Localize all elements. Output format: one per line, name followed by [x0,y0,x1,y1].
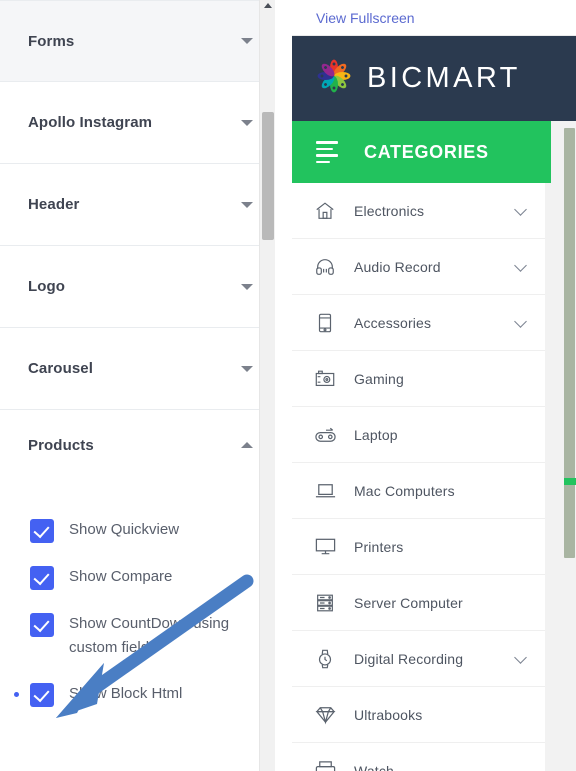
category-gaming[interactable]: Gaming [292,351,545,407]
printer-icon [310,756,340,771]
preview-scrollbar-thumb[interactable] [564,128,575,558]
category-label: Accessories [354,314,432,331]
view-fullscreen-link[interactable]: View Fullscreen [316,10,415,26]
sidebar-item-header[interactable]: Header [0,164,275,246]
sidebar-item-logo[interactable]: Logo [0,246,275,328]
products-options-list: Show Quickview Show Compare Show CountDo… [0,480,275,707]
category-label: Laptop [354,426,398,443]
chevron-down-icon[interactable] [514,258,527,272]
categories-list: Electronics Audio Record Accessories Gam… [292,183,545,771]
categories-header[interactable]: CATEGORIES [292,121,545,183]
monitor-icon [310,532,340,562]
category-label: Printers [354,538,404,555]
option-label: Show Quickview [69,521,180,538]
category-ultrabooks[interactable]: Ultrabooks [292,687,545,743]
sidebar-item-forms[interactable]: Forms [0,0,275,82]
category-label: Electronics [354,202,425,219]
chevron-down-icon[interactable] [514,202,527,216]
checkbox-checked-icon[interactable] [30,683,54,707]
sidebar-scrollbar[interactable] [259,0,275,771]
diamond-icon [310,700,340,730]
option-label: Show CountDown using custom field [69,615,230,656]
sidebar-item-label: Products [28,436,94,454]
category-label: Watch [354,762,394,771]
chevron-down-icon [241,365,253,372]
sidebar-item-label: Apollo Instagram [28,114,153,131]
chevron-down-icon[interactable] [514,314,527,328]
sidebar-item-products[interactable]: Products [0,410,275,480]
home-icon [310,196,340,226]
sidebar-item-label: Logo [28,278,66,295]
chevron-down-icon [241,283,253,290]
scroll-up-arrow-icon[interactable] [264,3,272,8]
store-brand-name: BICMART [367,62,521,94]
hamburger-menu-icon [316,141,338,163]
category-label: Ultrabooks [354,706,423,723]
modified-indicator-dot [14,692,19,697]
categories-accent-strip [545,121,551,183]
smartphone-icon [310,308,340,338]
chevron-down-icon[interactable] [514,650,527,664]
bicmart-logo-icon [314,56,354,101]
category-mac-computers[interactable]: Mac Computers [292,463,545,519]
option-show-quickview[interactable]: Show Quickview [0,518,275,543]
preview-accent-nub [564,478,576,485]
chevron-up-icon [241,442,253,448]
category-label: Gaming [354,370,404,387]
category-label: Mac Computers [354,482,455,499]
live-preview-pane: View Fullscreen BICMART CATEGORIES Elect… [292,0,576,771]
camera-icon [310,364,340,394]
category-laptop[interactable]: Laptop [292,407,545,463]
option-label: Show Compare [69,568,173,585]
sidebar-item-apollo-instagram[interactable]: Apollo Instagram [0,82,275,164]
sidebar-item-carousel[interactable]: Carousel [0,328,275,410]
category-digital-recording[interactable]: Digital Recording [292,631,545,687]
category-printers[interactable]: Printers [292,519,545,575]
option-show-block-html[interactable]: Show Block Html [0,682,275,707]
option-label: Show Block Html [69,685,183,702]
sidebar-item-label: Header [28,196,80,213]
category-electronics[interactable]: Electronics [292,183,545,239]
checkbox-checked-icon[interactable] [30,519,54,543]
category-label: Digital Recording [354,650,464,667]
gamepad-icon [310,420,340,450]
option-show-compare[interactable]: Show Compare [0,565,275,590]
laptop-icon [310,476,340,506]
categories-header-label: CATEGORIES [364,141,489,162]
preview-toolbar: View Fullscreen [292,0,576,36]
store-header: BICMART [292,36,576,121]
category-server-computer[interactable]: Server Computer [292,575,545,631]
sidebar-item-label: Forms [28,32,75,50]
category-watch[interactable]: Watch [292,743,545,771]
customizer-sidebar: Forms Apollo Instagram Header Logo Carou… [0,0,275,771]
category-audio-record[interactable]: Audio Record [292,239,545,295]
checkbox-checked-icon[interactable] [30,613,54,637]
category-label: Audio Record [354,258,441,275]
chevron-down-icon [241,38,253,44]
chevron-down-icon [241,201,253,208]
server-icon [310,588,340,618]
option-show-countdown[interactable]: Show CountDown using custom field [0,612,275,660]
headphones-icon [310,252,340,282]
watch-icon [310,644,340,674]
preview-scrollbar[interactable] [561,0,576,771]
sidebar-item-label: Carousel [28,360,93,377]
category-accessories[interactable]: Accessories [292,295,545,351]
chevron-down-icon [241,119,253,126]
category-label: Server Computer [354,594,463,611]
screen-root: Forms Apollo Instagram Header Logo Carou… [0,0,576,771]
checkbox-checked-icon[interactable] [30,566,54,590]
sidebar-scrollbar-thumb[interactable] [262,112,274,240]
